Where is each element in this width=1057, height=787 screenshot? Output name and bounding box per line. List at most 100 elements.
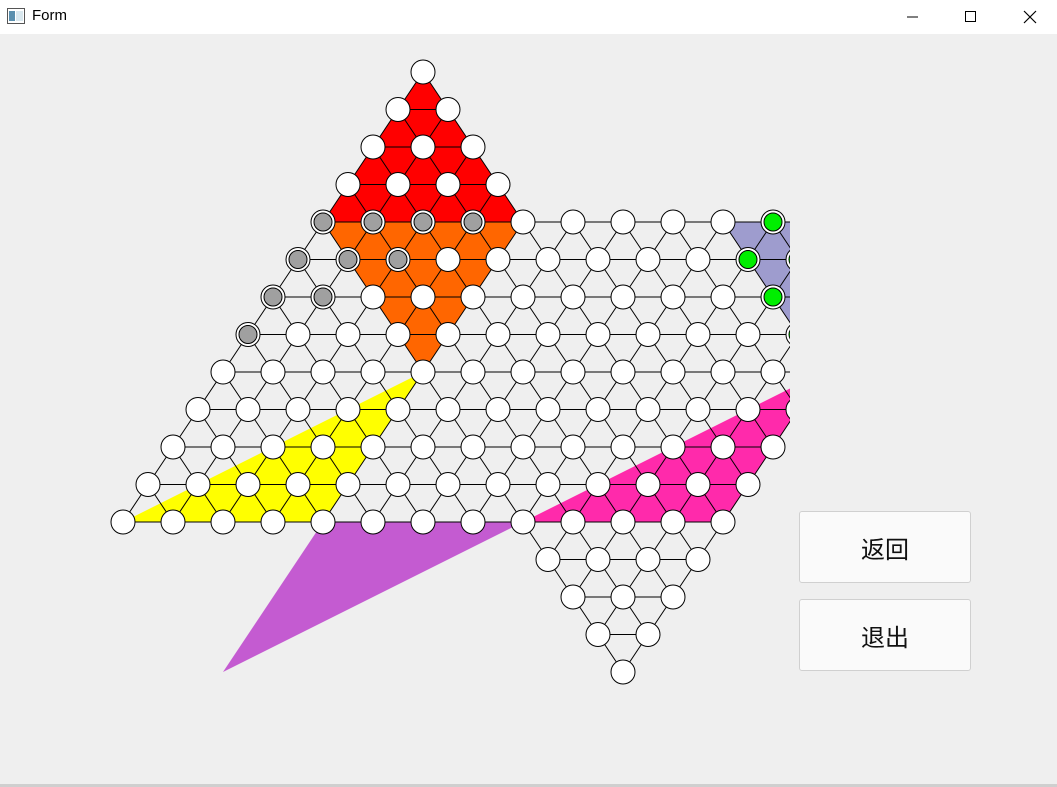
- board-hole[interactable]: [235, 397, 261, 422]
- board-hole[interactable]: [335, 397, 361, 422]
- board-hole[interactable]: [660, 509, 686, 535]
- gray-piece[interactable]: [263, 287, 283, 307]
- board-hole[interactable]: [335, 172, 361, 197]
- board-hole[interactable]: [310, 509, 336, 535]
- gray-piece[interactable]: [288, 250, 308, 269]
- back-button[interactable]: 返回: [799, 511, 971, 583]
- gray-piece[interactable]: [388, 250, 408, 269]
- board-hole[interactable]: [410, 134, 436, 160]
- board-hole[interactable]: [535, 322, 561, 347]
- board-hole[interactable]: [635, 622, 661, 647]
- board-hole[interactable]: [710, 209, 736, 235]
- board-hole[interactable]: [360, 359, 386, 385]
- board-hole[interactable]: [285, 397, 311, 422]
- board-hole[interactable]: [560, 509, 586, 535]
- board-hole[interactable]: [435, 97, 461, 122]
- board-hole[interactable]: [335, 322, 361, 347]
- board-hole[interactable]: [560, 359, 586, 385]
- board-hole[interactable]: [310, 359, 336, 385]
- board-hole[interactable]: [210, 434, 236, 460]
- board-hole[interactable]: [710, 284, 736, 310]
- board-hole[interactable]: [285, 472, 311, 497]
- board-hole[interactable]: [185, 472, 211, 497]
- board-hole[interactable]: [435, 322, 461, 347]
- board-hole[interactable]: [710, 509, 736, 535]
- board-hole[interactable]: [485, 172, 511, 197]
- gray-piece[interactable]: [413, 212, 433, 232]
- board-hole[interactable]: [410, 509, 436, 535]
- maximize-button[interactable]: [942, 0, 1000, 34]
- board-hole[interactable]: [760, 359, 786, 385]
- board-hole[interactable]: [610, 509, 636, 535]
- board-hole[interactable]: [660, 584, 686, 610]
- board-hole[interactable]: [585, 322, 611, 347]
- board-hole[interactable]: [585, 247, 611, 272]
- board-hole[interactable]: [385, 397, 411, 422]
- board-hole[interactable]: [635, 472, 661, 497]
- board-hole[interactable]: [285, 322, 311, 347]
- gray-piece[interactable]: [313, 212, 333, 232]
- board-hole[interactable]: [335, 472, 361, 497]
- board-hole[interactable]: [735, 397, 761, 422]
- board-hole[interactable]: [510, 209, 536, 235]
- green-piece[interactable]: [738, 250, 758, 269]
- board-hole[interactable]: [460, 434, 486, 460]
- board-hole[interactable]: [260, 509, 286, 535]
- board-hole[interactable]: [585, 547, 611, 572]
- board-hole[interactable]: [535, 247, 561, 272]
- gray-piece[interactable]: [463, 212, 483, 232]
- board-hole[interactable]: [610, 284, 636, 310]
- board-hole[interactable]: [710, 359, 736, 385]
- board-hole[interactable]: [385, 322, 411, 347]
- board-hole[interactable]: [410, 284, 436, 310]
- board-hole[interactable]: [360, 509, 386, 535]
- board-hole[interactable]: [585, 622, 611, 647]
- board-hole[interactable]: [660, 434, 686, 460]
- board-hole[interactable]: [435, 247, 461, 272]
- board-hole[interactable]: [685, 247, 711, 272]
- board-hole[interactable]: [685, 472, 711, 497]
- board-hole[interactable]: [685, 322, 711, 347]
- gray-piece[interactable]: [363, 212, 383, 232]
- minimize-button[interactable]: [884, 0, 942, 34]
- board-hole[interactable]: [735, 322, 761, 347]
- green-piece[interactable]: [763, 287, 783, 307]
- board-hole[interactable]: [760, 434, 786, 460]
- board-hole[interactable]: [660, 359, 686, 385]
- board-hole[interactable]: [385, 97, 411, 122]
- board-hole[interactable]: [585, 397, 611, 422]
- board-hole[interactable]: [160, 434, 186, 460]
- board-hole[interactable]: [210, 359, 236, 385]
- board-hole[interactable]: [260, 359, 286, 385]
- board-hole[interactable]: [535, 472, 561, 497]
- board-hole[interactable]: [535, 547, 561, 572]
- board-hole[interactable]: [435, 172, 461, 197]
- board-hole[interactable]: [610, 434, 636, 460]
- board-hole[interactable]: [560, 434, 586, 460]
- board-hole[interactable]: [685, 547, 711, 572]
- board-hole[interactable]: [635, 397, 661, 422]
- board-hole[interactable]: [210, 509, 236, 535]
- board-hole[interactable]: [485, 397, 511, 422]
- board-hole[interactable]: [610, 209, 636, 235]
- board-hole[interactable]: [635, 247, 661, 272]
- board-hole[interactable]: [510, 509, 536, 535]
- board-hole[interactable]: [135, 472, 161, 497]
- gray-piece[interactable]: [338, 250, 358, 269]
- gray-piece[interactable]: [238, 325, 258, 344]
- board-hole[interactable]: [735, 472, 761, 497]
- board-hole[interactable]: [460, 134, 486, 160]
- board-hole[interactable]: [360, 284, 386, 310]
- board-hole[interactable]: [560, 209, 586, 235]
- board-hole[interactable]: [260, 434, 286, 460]
- board-hole[interactable]: [660, 284, 686, 310]
- board-hole[interactable]: [410, 359, 436, 385]
- gray-piece[interactable]: [313, 287, 333, 307]
- board-hole[interactable]: [410, 59, 436, 85]
- board-hole[interactable]: [610, 659, 636, 685]
- board-hole[interactable]: [110, 509, 136, 535]
- board-hole[interactable]: [485, 472, 511, 497]
- board-hole[interactable]: [485, 247, 511, 272]
- close-button[interactable]: [1001, 0, 1057, 34]
- board-hole[interactable]: [585, 472, 611, 497]
